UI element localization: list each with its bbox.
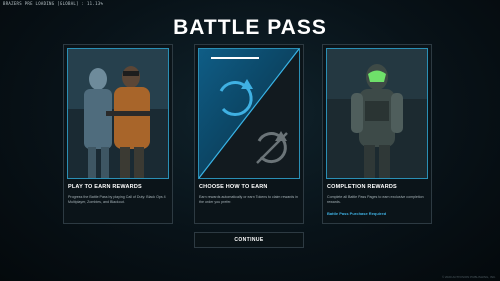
card-title: CHOOSE HOW TO EARN xyxy=(199,184,268,190)
card-choose-how-to-earn[interactable]: CHOOSE HOW TO EARN Earn rewards automati… xyxy=(194,44,304,224)
card-title: PLAY TO EARN REWARDS xyxy=(68,184,142,190)
status-bar: BRAZERS PRE LOADING [GLOBAL] : 11.13% xyxy=(3,1,104,6)
continue-button[interactable]: CONTINUE xyxy=(194,232,304,248)
earn-mode-graphic xyxy=(198,48,300,179)
armored-operator-image xyxy=(326,48,428,179)
page-title: BATTLE PASS xyxy=(173,16,327,39)
card-title: COMPLETION REWARDS xyxy=(327,184,397,190)
card-play-to-earn[interactable]: PLAY TO EARN REWARDS Progress the Battle… xyxy=(63,44,173,224)
card-completion-rewards[interactable]: COMPLETION REWARDS Complete all Battle P… xyxy=(322,44,432,224)
purchase-required-link[interactable]: Battle Pass Purchase Required xyxy=(327,211,386,216)
card-description: Complete all Battle Pass Pages to earn e… xyxy=(327,195,424,204)
operators-image xyxy=(67,48,169,179)
card-description: Earn rewards automatically or earn Token… xyxy=(199,195,299,204)
copyright-footer: © 2020 ACTIVISION PUBLISHING, INC. xyxy=(441,275,496,279)
card-description: Progress the Battle Pass by playing Call… xyxy=(68,195,166,204)
